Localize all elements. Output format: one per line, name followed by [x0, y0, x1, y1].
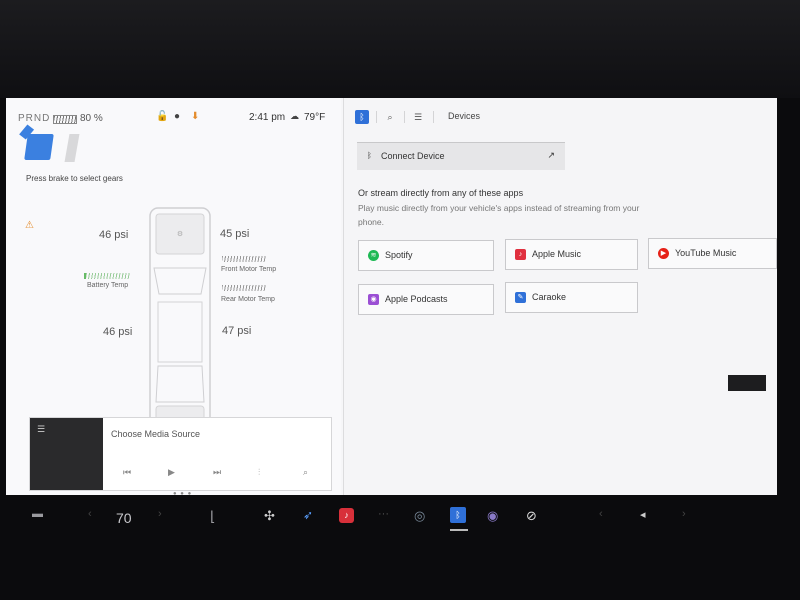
app-label: Spotify [385, 250, 413, 260]
tab-separator [433, 111, 434, 123]
apple-music-icon: ♪ [515, 249, 526, 260]
app-spotify[interactable]: ≋ Spotify [358, 240, 494, 271]
stream-title: Or stream directly from any of these app… [358, 188, 524, 198]
volume-right-icon[interactable]: › [682, 508, 686, 520]
battery-percent: 80 % [80, 113, 103, 124]
battery-temp-gauge [84, 273, 130, 279]
car-icon[interactable]: ▬ [32, 508, 43, 520]
front-motor-label: Front Motor Temp [221, 266, 277, 273]
more-icon[interactable]: ··· [378, 508, 389, 520]
app-label: Apple Podcasts [385, 294, 448, 304]
search-icon[interactable]: ⌕ [303, 467, 308, 478]
app-label: Caraoke [532, 292, 567, 302]
clock: 2:41 pm [249, 112, 286, 123]
tire-rear-left: 46 psi [103, 326, 133, 338]
app-apple-music[interactable]: ♪ Apple Music [505, 239, 638, 270]
spotify-icon: ≋ [368, 250, 379, 261]
outside-temp: 79°F [304, 112, 326, 123]
connect-device-button[interactable]: ᛒ Connect Device ↗ [357, 142, 565, 170]
front-motor-gauge [222, 256, 266, 262]
tab-separator [404, 111, 405, 123]
next-icon[interactable]: ⏭ [213, 467, 221, 478]
climate-temp[interactable]: 70 [116, 510, 132, 526]
park-button[interactable] [24, 134, 54, 160]
youtube-music-icon: ▶ [658, 248, 669, 259]
battery-temp-label: Battery Temp [87, 282, 129, 289]
battery-icon [53, 115, 77, 124]
toybox-icon[interactable]: ⊘ [526, 508, 537, 524]
vehicle-panel: PRND 80 % 🔓 ● ⬇ 2:41 pm ☁ 79°F Press bra… [6, 98, 341, 495]
tire-rear-right: 47 psi [222, 325, 252, 337]
app-caraoke[interactable]: ✎ Caraoke [505, 282, 638, 313]
download-icon[interactable]: ⬇ [191, 111, 199, 122]
previous-icon[interactable]: ⏮ [123, 467, 131, 478]
media-devices-panel: ᛒ ⌕ ☰ Devices ᛒ Connect Device ↗ Or stre… [344, 98, 777, 495]
equalizer-icon[interactable]: ⫶ [258, 467, 260, 478]
volume-icon[interactable]: ◂ [640, 508, 646, 521]
rear-motor-gauge [222, 285, 266, 291]
album-art: ☰ [30, 418, 103, 490]
svg-text:⚙: ⚙ [177, 230, 183, 238]
microphone-icon: ✎ [515, 292, 526, 303]
bluetooth-icon: ᛒ [367, 151, 372, 160]
bluetooth-icon[interactable]: ᛒ [355, 110, 369, 124]
app-youtube-music[interactable]: ▶ YouTube Music [648, 238, 777, 269]
apple-music-dock-icon[interactable]: ♪ [339, 508, 354, 523]
play-icon[interactable]: ▶ [168, 467, 175, 478]
navigate-icon[interactable]: ➶ [303, 508, 313, 522]
tire-front-right: 45 psi [220, 228, 250, 240]
queue-icon[interactable]: ☰ [37, 424, 45, 435]
media-dot-icon[interactable]: ◉ [487, 508, 498, 524]
press-brake-text: Press brake to select gears [26, 174, 123, 183]
arrow-up-right-icon: ↗ [547, 150, 555, 160]
fan-icon[interactable]: ✣ [264, 508, 275, 524]
devices-title: Devices [448, 111, 481, 121]
connect-device-label: Connect Device [381, 151, 445, 161]
app-label: Apple Music [532, 249, 582, 259]
brake-pedal-icon [64, 134, 80, 162]
seat-icon[interactable]: ⌊ [210, 508, 215, 525]
media-player: ☰ Choose Media Source ⏮ ▶ ⏭ ⫶ ⌕ [29, 417, 332, 491]
media-source-title[interactable]: Choose Media Source [111, 429, 200, 439]
watermark-logo [728, 375, 766, 391]
app-apple-podcasts[interactable]: ◉ Apple Podcasts [358, 284, 494, 315]
stream-description: Play music directly from your vehicle's … [358, 203, 640, 227]
rear-motor-label: Rear Motor Temp [221, 296, 275, 303]
search-tab-icon[interactable]: ⌕ [383, 110, 397, 124]
podcasts-icon: ◉ [368, 294, 379, 305]
page-dots: ● ● ● [173, 491, 193, 495]
lock-icon[interactable]: 🔓 [156, 111, 168, 122]
queue-tab-icon[interactable]: ☰ [411, 110, 425, 124]
touchscreen: PRND 80 % 🔓 ● ⬇ 2:41 pm ☁ 79°F Press bra… [6, 98, 777, 495]
profile-icon[interactable]: ● [174, 111, 180, 122]
weather-icon: ☁ [290, 111, 299, 121]
bluetooth-dock-icon[interactable]: ᛒ [450, 507, 466, 523]
active-indicator [450, 529, 468, 531]
screen-bezel [0, 0, 800, 98]
camera-icon[interactable]: ◎ [414, 508, 425, 524]
chevron-right-icon[interactable]: › [158, 508, 162, 520]
volume-left-icon[interactable]: ‹ [599, 508, 603, 520]
gear-selector[interactable]: PRND [18, 113, 50, 124]
warning-icon[interactable]: ⚠ [25, 220, 34, 231]
app-label: YouTube Music [675, 248, 737, 258]
chevron-left-icon[interactable]: ‹ [88, 508, 92, 520]
tire-front-left: 46 psi [99, 229, 129, 241]
tab-separator [376, 111, 377, 123]
